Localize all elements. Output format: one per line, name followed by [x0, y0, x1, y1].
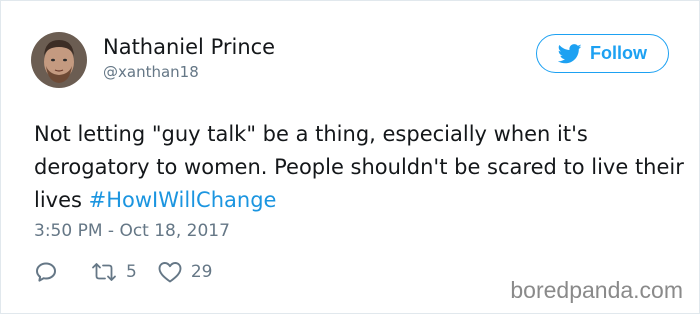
retweet-button[interactable]: 5 — [90, 261, 137, 283]
tweet-actions: 5 29 — [34, 259, 212, 285]
reply-button[interactable] — [34, 260, 58, 284]
retweet-count: 5 — [126, 262, 137, 282]
heart-icon — [158, 262, 182, 283]
like-count: 29 — [190, 262, 213, 282]
follow-button[interactable]: Follow — [536, 34, 669, 73]
tweet-timestamp[interactable]: 3:50 PM - Oct 18, 2017 — [34, 221, 230, 241]
tweet-text: Not letting "guy talk" be a thing, espec… — [34, 118, 684, 217]
avatar-photo-icon — [31, 32, 87, 88]
author-name[interactable]: Nathaniel Prince — [103, 35, 275, 59]
reply-icon — [36, 262, 56, 282]
hashtag-link[interactable]: #HowIWillChange — [89, 188, 277, 212]
watermark: boredpanda.com — [510, 277, 683, 303]
follow-label: Follow — [590, 43, 647, 63]
twitter-bird-icon — [558, 43, 582, 63]
like-button[interactable]: 29 — [157, 260, 213, 284]
user-avatar[interactable] — [31, 32, 87, 88]
author-handle[interactable]: @xanthan18 — [103, 63, 199, 81]
retweet-icon — [92, 263, 116, 281]
tweet-card: Nathaniel Prince @xanthan18 Follow Not l… — [0, 0, 700, 314]
